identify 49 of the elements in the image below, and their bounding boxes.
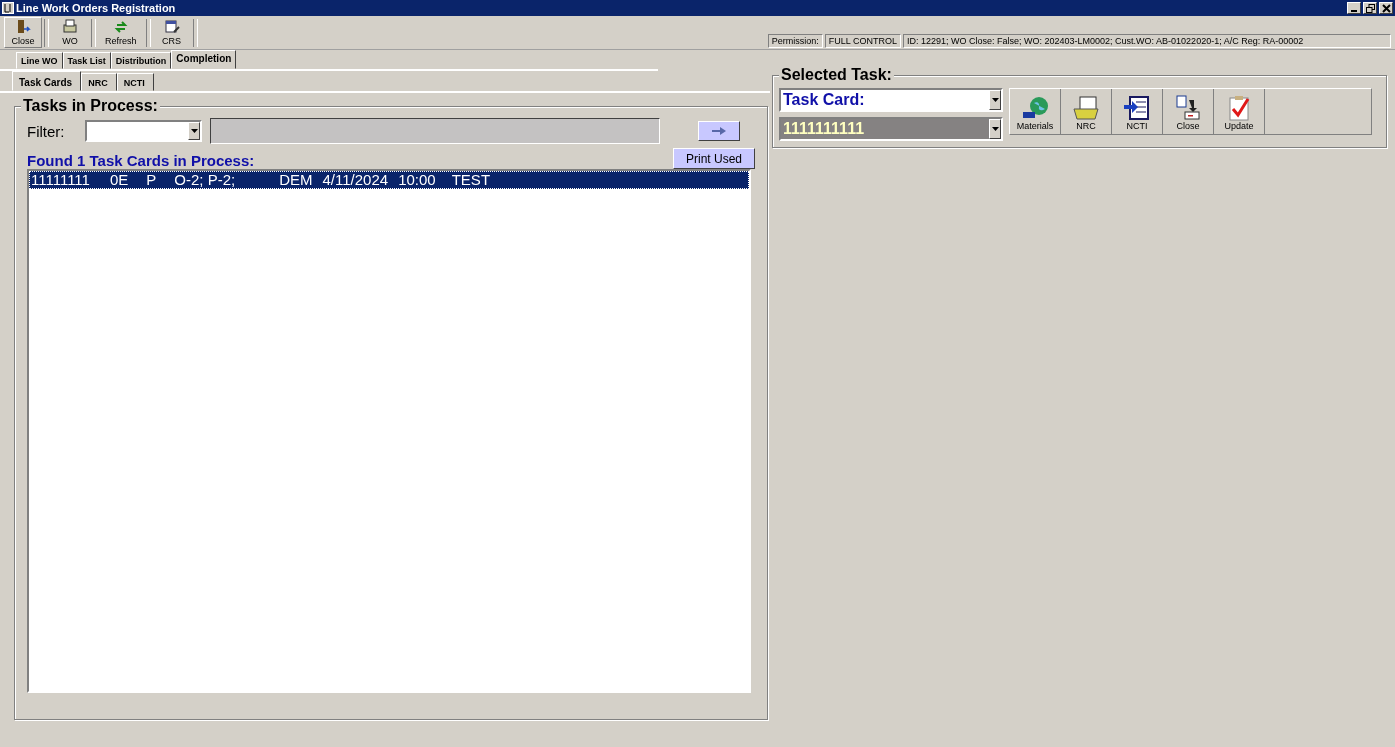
panel-title: Tasks in Process:: [21, 98, 160, 114]
door-icon: [15, 19, 31, 35]
row-cell: 0E: [109, 171, 129, 189]
task-type-dropdown[interactable]: Task Card:: [779, 88, 1003, 112]
go-button[interactable]: [698, 121, 740, 141]
panel-title: Selected Task:: [779, 67, 894, 83]
row-cell: O-2; P-2;: [174, 171, 236, 189]
task-number-dropdown[interactable]: 1111111111: [779, 117, 1003, 141]
printer-icon: [62, 19, 78, 35]
table-arrow-icon: [1122, 95, 1152, 121]
row-cell: 4/11/2024: [322, 171, 389, 189]
folder-icon: [1071, 95, 1101, 121]
search-field[interactable]: [210, 118, 660, 144]
tab[interactable]: Task List: [62, 52, 111, 69]
documents-arrow-icon: [1173, 95, 1203, 121]
permission-label: Permission:: [767, 34, 823, 48]
row-cell: TEST: [451, 171, 491, 189]
print-used-button[interactable]: Print Used: [672, 148, 755, 169]
work-order-info: ID: 12291; WO Close: False; WO: 202403-LM0002; Cust.WO: AB-01022020-1; A/C Reg: RA-00002: [903, 34, 1391, 48]
restore-icon: [1365, 3, 1375, 13]
task-row[interactable]: 11111111 0E P O-2; P-2; DEM 4/11/2024 10:00 TEST: [29, 171, 749, 189]
row-cell: DEM: [279, 171, 313, 189]
arrow-icon: [712, 127, 726, 135]
refresh-icon: [112, 19, 129, 35]
document-pen-icon: [163, 19, 180, 35]
found-label: Found 1 Task Cards in Process:: [27, 152, 255, 169]
filter-label: Filter:: [27, 122, 66, 140]
row-cell: 10:00: [398, 171, 436, 189]
close-icon: [1381, 3, 1391, 13]
tab[interactable]: Distribution: [110, 52, 172, 69]
window-title: Line Work Orders Registration: [16, 2, 176, 14]
toolbar-button[interactable]: Close: [4, 17, 42, 48]
caret-icon: [190, 129, 198, 133]
caret-icon: [991, 127, 999, 131]
globe-hand-icon: [1020, 95, 1050, 121]
app-icon: [2, 2, 14, 14]
caret-icon: [991, 98, 999, 102]
filter-dropdown[interactable]: [85, 120, 202, 142]
tab[interactable]: Completion: [171, 50, 237, 69]
row-cell: 11111111: [31, 171, 90, 189]
restore-button[interactable]: [1363, 2, 1377, 14]
tab[interactable]: Task Cards: [12, 71, 82, 91]
tab[interactable]: NRC: [81, 73, 117, 91]
tab[interactable]: NCTI: [116, 73, 154, 91]
permission-value: FULL CONTROL: [824, 34, 901, 48]
tab[interactable]: Line WO: [16, 52, 63, 69]
row-cell: P: [146, 171, 157, 189]
close-button[interactable]: [1379, 2, 1393, 14]
minimize-button[interactable]: [1347, 2, 1361, 14]
